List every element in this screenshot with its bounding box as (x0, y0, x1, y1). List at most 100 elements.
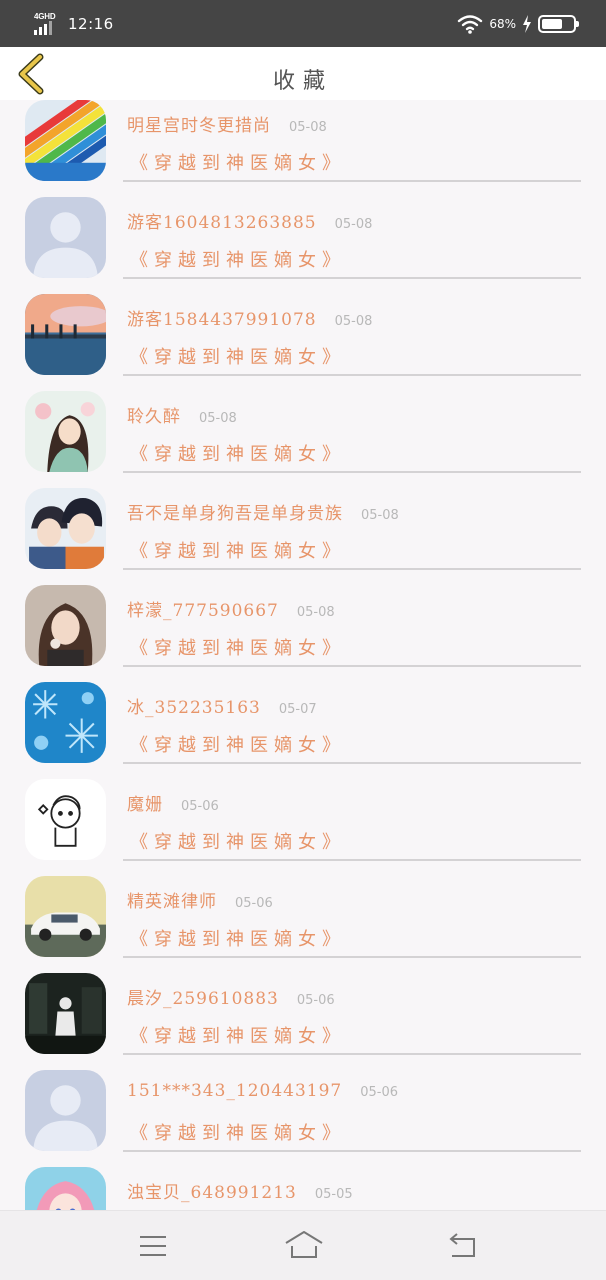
date: 05-07 (278, 702, 317, 717)
date: 05-06 (360, 1085, 399, 1100)
avatar[interactable] (25, 973, 106, 1054)
list-item[interactable]: 聆久醉 05-08 《穿越到神医嫡女》 (0, 388, 606, 485)
list-item[interactable]: 魔姗 05-06 《穿越到神医嫡女》 (0, 776, 606, 873)
list-item[interactable]: 晨汐_259610883 05-06 《穿越到神医嫡女》 (0, 970, 606, 1067)
avatar[interactable] (25, 779, 106, 860)
date: 05-08 (199, 411, 237, 426)
back-icon (449, 1233, 475, 1257)
name-line: 魔姗 05-06 (127, 790, 219, 815)
list-item[interactable]: 游客1604813263885 05-08 《穿越到神医嫡女》 (0, 194, 606, 291)
header: 收藏 (0, 47, 606, 100)
user-name[interactable]: 聆久醉 (127, 402, 181, 427)
date: 05-08 (334, 217, 373, 232)
favorites-list[interactable]: 明星宫时冬更措尚 05-08 《穿越到神医嫡女》 游客1604813263885 05-… (0, 100, 606, 1210)
battery-icon (538, 14, 579, 33)
divider (123, 762, 581, 764)
charging-icon (523, 14, 531, 33)
user-name[interactable]: 明星宫时冬更措尚 (127, 111, 271, 136)
name-line: 聆久醉 05-08 (127, 402, 237, 427)
avatar[interactable] (25, 391, 106, 472)
name-line: 游客1604813263885 05-08 (127, 208, 372, 233)
user-name[interactable]: 浊宝贝_648991213 (127, 1178, 297, 1203)
avatar[interactable] (25, 585, 106, 666)
date: 05-08 (296, 605, 335, 620)
name-line: 浊宝贝_648991213 05-05 (127, 1178, 353, 1203)
name-line: 游客1584437991078 05-08 (127, 305, 372, 330)
book-title[interactable]: 《穿越到神医嫡女》 (130, 1022, 346, 1048)
list-item[interactable]: 梓濛_777590667 05-08 《穿越到神医嫡女》 (0, 582, 606, 679)
clock: 12:16 (68, 14, 114, 33)
avatar[interactable] (25, 1070, 106, 1151)
divider (123, 665, 581, 667)
divider (123, 859, 581, 861)
date: 05-06 (296, 993, 335, 1008)
status-bar-right: 68% (457, 14, 579, 34)
user-name[interactable]: 精英滩律师 (127, 887, 217, 912)
book-title[interactable]: 《穿越到神医嫡女》 (130, 634, 346, 660)
name-line: 冰_352235163 05-07 (127, 693, 317, 718)
user-name[interactable]: 冰_352235163 (127, 693, 261, 718)
name-line: 晨汐_259610883 05-06 (127, 984, 335, 1009)
avatar[interactable] (25, 197, 106, 278)
name-line: 吾不是单身狗吾是单身贵族 05-08 (127, 499, 399, 524)
divider (123, 1053, 581, 1055)
date: 05-06 (181, 799, 219, 814)
name-line: 梓濛_777590667 05-08 (127, 596, 335, 621)
user-name[interactable]: 晨汐_259610883 (127, 984, 279, 1009)
book-title[interactable]: 《穿越到神医嫡女》 (130, 1119, 346, 1145)
user-name[interactable]: 梓濛_777590667 (127, 596, 279, 621)
divider (123, 277, 581, 279)
book-title[interactable]: 《穿越到神医嫡女》 (130, 925, 346, 951)
wifi-icon (458, 14, 483, 34)
divider (123, 374, 581, 376)
list-item[interactable]: 游客1584437991078 05-08 《穿越到神医嫡女》 (0, 291, 606, 388)
system-back-button[interactable] (446, 1229, 480, 1263)
home-button[interactable] (284, 1229, 324, 1263)
status-bar: 4GHD 12:16 68% (0, 0, 606, 47)
battery-percent: 68% (489, 16, 516, 31)
user-name[interactable]: 游客1604813263885 (127, 208, 317, 233)
date: 05-08 (334, 314, 373, 329)
name-line: 明星宫时冬更措尚 05-08 (127, 111, 327, 136)
book-title[interactable]: 《穿越到神医嫡女》 (130, 149, 346, 175)
navigation-bar (0, 1210, 606, 1280)
name-line: 精英滩律师 05-06 (127, 887, 273, 912)
divider (123, 1150, 581, 1152)
user-name[interactable]: 游客1584437991078 (127, 305, 317, 330)
list-item[interactable]: 明星宫时冬更措尚 05-08 《穿越到神医嫡女》 (0, 100, 606, 194)
list-item[interactable]: 吾不是单身狗吾是单身贵族 05-08 《穿越到神医嫡女》 (0, 485, 606, 582)
avatar[interactable] (25, 100, 106, 181)
network-type: 4GHD (34, 11, 56, 21)
divider (123, 471, 581, 473)
signal-icon: 4GHD (34, 11, 60, 37)
book-title[interactable]: 《穿越到神医嫡女》 (130, 731, 346, 757)
page-title: 收藏 (272, 69, 333, 94)
avatar[interactable] (25, 294, 106, 375)
user-name[interactable]: 吾不是单身狗吾是单身贵族 (127, 499, 343, 524)
divider (123, 568, 581, 570)
home-icon (285, 1231, 323, 1258)
avatar[interactable] (25, 876, 106, 957)
list-item[interactable]: 浊宝贝_64899121305-05《穿越到神医嫡女》 (0, 1164, 606, 1210)
date: 05-08 (361, 508, 399, 523)
list-item[interactable]: 精英滩律师 05-06 《穿越到神医嫡女》 (0, 873, 606, 970)
avatar[interactable] (25, 488, 106, 569)
book-title[interactable]: 《穿越到神医嫡女》 (130, 440, 346, 466)
name-line: 151***343_120443197 05-06 (127, 1081, 398, 1101)
date: 05-06 (235, 896, 273, 911)
user-name[interactable]: 魔姗 (127, 790, 163, 815)
list-item[interactable]: 151***343_120443197 05-06 《穿越到神医嫡女》 (0, 1067, 606, 1164)
divider (123, 956, 581, 958)
list-item[interactable]: 冰_352235163 05-07 《穿越到神医嫡女》 (0, 679, 606, 776)
book-title[interactable]: 《穿越到神医嫡女》 (130, 343, 346, 369)
book-title[interactable]: 《穿越到神医嫡女》 (130, 828, 346, 854)
book-title[interactable]: 《穿越到神医嫡女》 (130, 246, 346, 272)
status-bar-left: 4GHD 12:16 (34, 11, 114, 37)
book-title[interactable]: 《穿越到神医嫡女》 (130, 537, 346, 563)
avatar[interactable] (25, 1167, 106, 1210)
menu-button[interactable] (136, 1229, 170, 1263)
avatar[interactable] (25, 682, 106, 763)
date: 05-08 (289, 120, 327, 135)
menu-icon (140, 1236, 166, 1256)
user-name[interactable]: 151***343_120443197 (127, 1081, 342, 1101)
